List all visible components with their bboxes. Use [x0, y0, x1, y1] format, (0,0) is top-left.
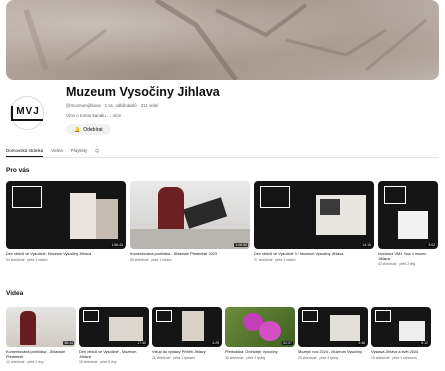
- video-thumbnail[interactable]: 4:25: [152, 307, 222, 347]
- video-card[interactable]: 2:46 Muzejní noc 2024 - Muzeum Vysočiny …: [298, 307, 368, 364]
- video-meta: 18 zhlédnutí · před 5 dny: [79, 360, 117, 365]
- section-title-videos: Videa: [6, 290, 24, 297]
- video-card[interactable]: 38:14 Komentovaná prohlídka - Jihlavské …: [6, 307, 76, 364]
- for-you-row: 1:56:43 Den vědců ve Vysočině: Muzeum Vy…: [6, 181, 438, 266]
- channel-description[interactable]: Více o tomto kanálu … více: [66, 113, 121, 118]
- video-card[interactable]: 52:07 Přednáška: Orchideje Vysočiny 30 z…: [225, 307, 295, 364]
- video-thumbnail[interactable]: 3:02: [378, 181, 438, 249]
- video-meta: 30 zhlédnutí · před 2 týdny: [225, 355, 266, 360]
- video-title[interactable]: Výstava Jihlava a svět 2024: [371, 350, 431, 355]
- tab-videos[interactable]: Videa: [51, 146, 62, 157]
- video-thumbnail[interactable]: 38:14: [6, 307, 76, 347]
- channel-banner: [6, 0, 439, 80]
- tab-playlists[interactable]: Playlisty: [71, 146, 88, 157]
- video-title[interactable]: Den vědců ve Vysočině 3 / Muzeum Vysočin…: [254, 252, 374, 257]
- video-thumbnail[interactable]: 52:07: [225, 307, 295, 347]
- section-title-for-you: Pro vás: [6, 167, 30, 174]
- channel-tabs: Domovská stránka Videa Playlisty Q: [6, 146, 439, 158]
- video-card[interactable]: 6:12 Výstava Jihlava a svět 2024 19 zhlé…: [371, 307, 431, 364]
- video-duration: 3:02: [427, 243, 436, 247]
- video-title[interactable]: Vstup do výstavy Příběh Jihlavy: [152, 350, 222, 355]
- video-title[interactable]: Den vědců ve Vysočině - Muzeum Jihlava: [79, 350, 149, 359]
- video-meta: 54 zhlédnutí · před 1 rokem: [6, 257, 48, 262]
- video-meta: 25 zhlédnutí · před 3 týdny: [298, 355, 339, 360]
- video-meta: 43 zhlédnutí · před 2 lety: [378, 262, 416, 267]
- search-icon[interactable]: Q: [95, 146, 99, 157]
- video-thumbnail[interactable]: 1:56:43: [6, 181, 126, 249]
- subscribe-button[interactable]: 🔔 Odebírat: [66, 124, 111, 135]
- video-title[interactable]: Přednáška: Orchideje Vysočiny: [225, 350, 295, 355]
- video-thumbnail[interactable]: 1:08:58: [130, 181, 250, 249]
- video-title[interactable]: Komentovaná prohlídka - Jihlavské Předmě…: [6, 350, 76, 359]
- video-thumbnail[interactable]: 14:15: [254, 181, 374, 249]
- video-duration: 2:46: [357, 341, 366, 345]
- video-title[interactable]: Muzejní noc 2024 - Muzeum Vysočiny: [298, 350, 368, 355]
- channel-name: Muzeum Vysočiny Jihlava: [66, 85, 220, 99]
- video-duration: 6:12: [420, 341, 429, 345]
- subscribe-label: Odebírat: [83, 126, 103, 133]
- video-duration: 17:40: [136, 341, 147, 345]
- video-thumbnail[interactable]: 6:12: [371, 307, 431, 347]
- video-duration: 14:15: [361, 243, 372, 247]
- bell-icon: 🔔: [74, 126, 81, 133]
- channel-meta: @muzeumjihlava · 1 tis. odběratelů · 311…: [66, 103, 159, 108]
- video-card[interactable]: 14:15 Den vědců ve Vysočině 3 / Muzeum V…: [254, 181, 374, 266]
- video-duration: 4:25: [211, 341, 220, 345]
- video-thumbnail[interactable]: 17:40: [79, 307, 149, 347]
- video-meta: 19 zhlédnutí · před 1 měsícem: [371, 355, 417, 360]
- avatar-logo-text: MVJ: [11, 105, 43, 121]
- video-duration: 1:56:43: [110, 243, 124, 247]
- video-meta: 39 zhlédnutí · před 1 rokem: [130, 257, 172, 262]
- video-title[interactable]: Den vědců ve Vysočině: Muzeum Vysočiny J…: [6, 252, 126, 257]
- video-title[interactable]: Komentovaná prohlídka - Jihlavské Předmě…: [130, 252, 250, 257]
- video-meta: 12 zhlédnutí · před 2 dny: [6, 360, 44, 365]
- video-meta: 27 zhlédnutí · před 1 rokem: [254, 257, 296, 262]
- video-thumbnail[interactable]: 2:46: [298, 307, 368, 347]
- video-card[interactable]: 3:02 Nocturna VMJ. Noc v muzeu Jihlava 4…: [378, 181, 438, 266]
- video-card[interactable]: 1:08:58 Komentovaná prohlídka - Jihlavsk…: [130, 181, 250, 266]
- videos-row: 38:14 Komentovaná prohlídka - Jihlavské …: [6, 307, 431, 364]
- channel-avatar[interactable]: MVJ: [10, 96, 44, 130]
- video-card[interactable]: 4:25 Vstup do výstavy Příběh Jihlavy 21 …: [152, 307, 222, 364]
- video-duration: 52:07: [282, 341, 293, 345]
- video-duration: 38:14: [63, 341, 74, 345]
- video-card[interactable]: 17:40 Den vědců ve Vysočině - Muzeum Jih…: [79, 307, 149, 364]
- video-meta: 21 zhlédnutí · před 1 týdnem: [152, 355, 196, 360]
- tab-home[interactable]: Domovská stránka: [6, 146, 44, 157]
- video-duration: 1:08:58: [234, 243, 248, 247]
- video-title[interactable]: Nocturna VMJ. Noc v muzeu Jihlava: [378, 252, 438, 261]
- video-card[interactable]: 1:56:43 Den vědců ve Vysočině: Muzeum Vy…: [6, 181, 126, 266]
